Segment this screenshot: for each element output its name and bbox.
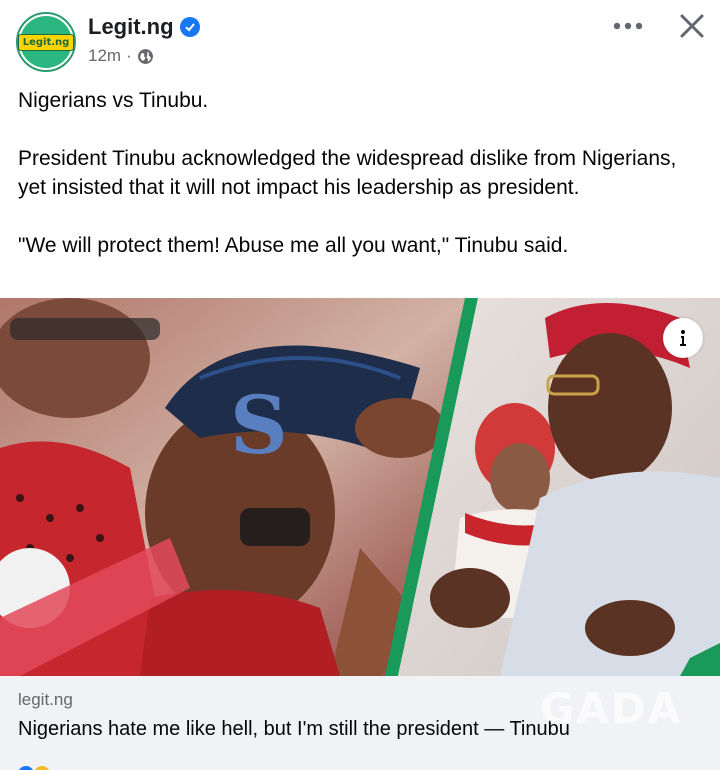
avatar-logo-bg: Legit.ng (17, 16, 75, 68)
watermark: GADA (540, 684, 683, 733)
post-image[interactable]: S (0, 298, 720, 676)
link-title[interactable]: Nigerians hate me like hell, but I'm sti… (18, 718, 570, 741)
post-photo: S (0, 298, 720, 676)
meta-separator: · (126, 46, 132, 65)
avatar-logo: Legit.ng (17, 33, 75, 51)
post-header: Legit.ng Legit.ng 12m · (0, 0, 720, 82)
globe-icon (137, 48, 153, 64)
page-avatar[interactable]: Legit.ng (16, 12, 76, 72)
verified-badge-icon (179, 17, 200, 37)
post-paragraph: Nigerians vs Tinubu. (18, 89, 209, 112)
reaction-icons-peek (19, 766, 49, 770)
more-options-icon[interactable] (608, 14, 648, 38)
page-name[interactable]: Legit.ng (88, 14, 200, 40)
post-paragraph: President Tinubu acknowledged the widesp… (18, 147, 677, 199)
svg-text:S: S (230, 378, 288, 472)
info-icon[interactable] (663, 318, 703, 358)
link-preview-card[interactable]: legit.ng Nigerians hate me like hell, bu… (0, 676, 720, 770)
post-paragraph: "We will protect them! Abuse me all you … (18, 234, 569, 257)
post-body: Nigerians vs Tinubu. President Tinubu ac… (18, 86, 708, 260)
close-icon[interactable] (674, 8, 710, 44)
link-domain: legit.ng (18, 690, 73, 709)
post-meta: 12m · (88, 46, 154, 66)
post-time[interactable]: 12m (88, 46, 121, 66)
page-name-label[interactable]: Legit.ng (88, 14, 174, 40)
